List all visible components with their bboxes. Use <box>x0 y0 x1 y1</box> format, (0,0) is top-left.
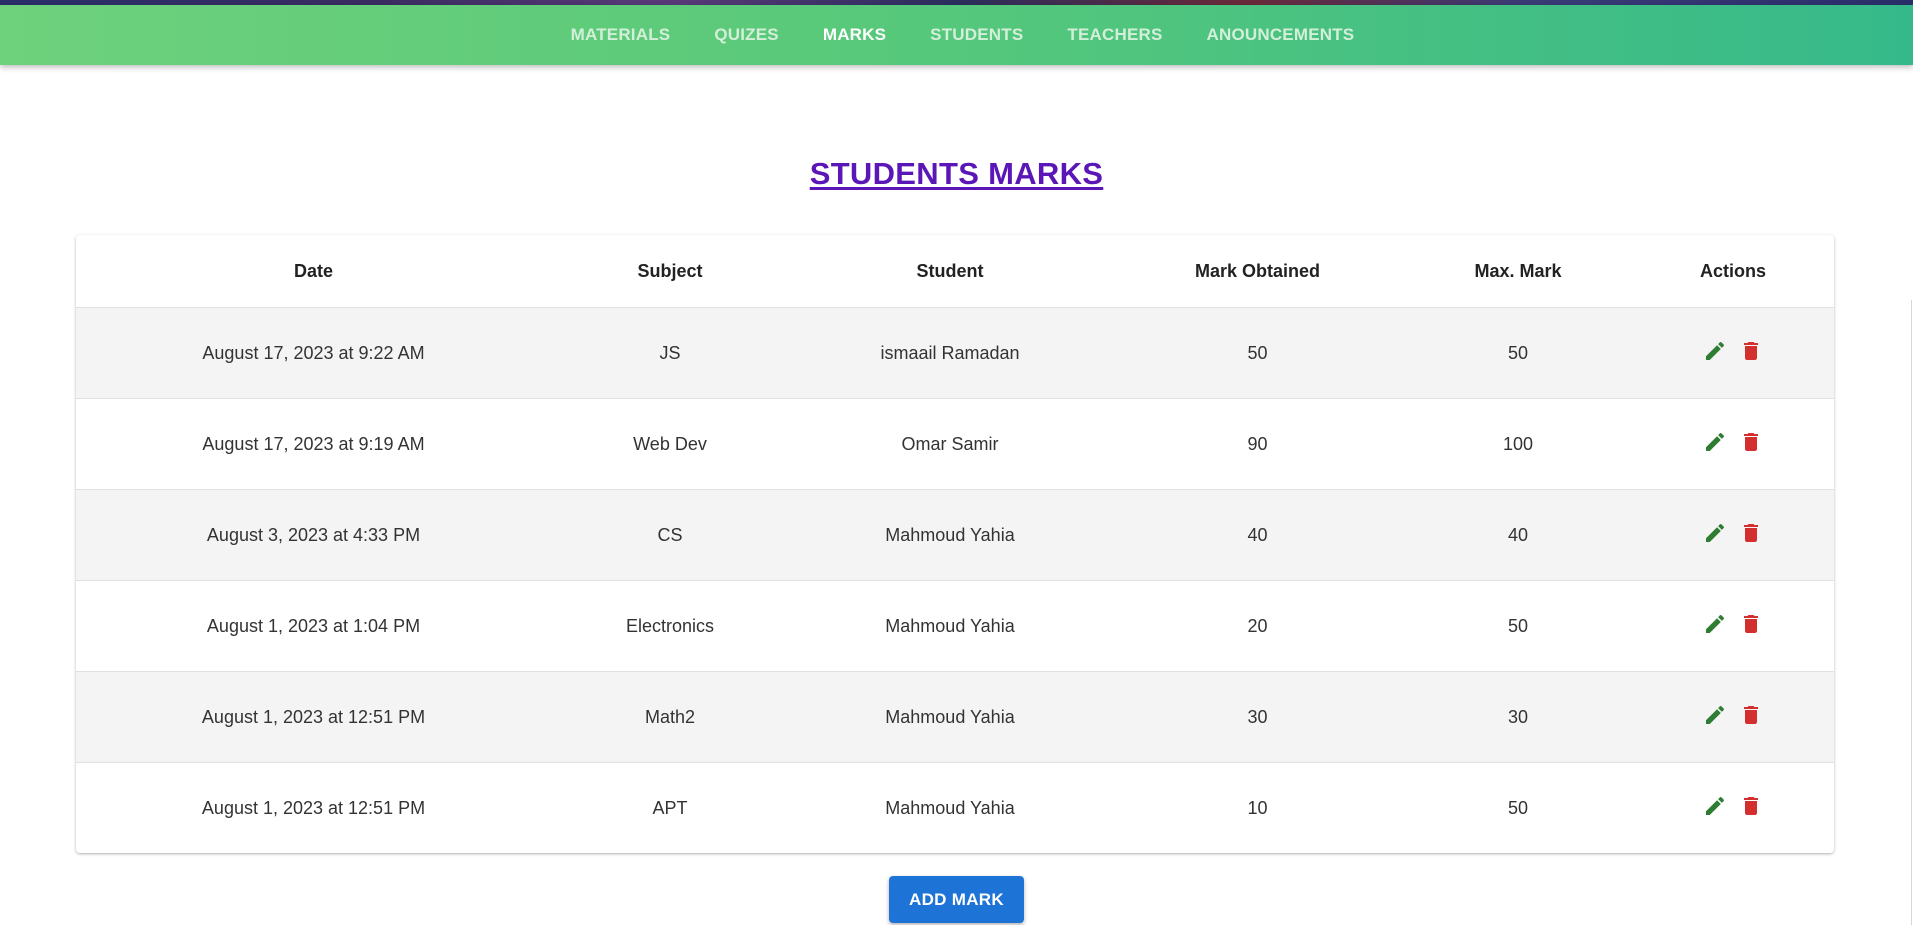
cell-max-mark: 100 <box>1404 398 1632 490</box>
cell-student: ismaail Ramadan <box>789 307 1111 399</box>
cell-actions <box>1632 580 1834 672</box>
nav-item-anouncements[interactable]: ANOUNCEMENTS <box>1185 5 1377 44</box>
nav-item-materials[interactable]: MATERIALS <box>549 5 693 44</box>
cell-actions <box>1632 489 1834 581</box>
column-header-student: Student <box>789 235 1111 308</box>
cell-student: Mahmoud Yahia <box>789 580 1111 672</box>
table-row: August 17, 2023 at 9:22 AM JS ismaail Rama… <box>76 307 1834 399</box>
cell-max-mark: 50 <box>1404 580 1632 672</box>
row-actions <box>1702 338 1764 364</box>
row-actions <box>1702 702 1764 728</box>
add-mark-button[interactable]: ADD MARK <box>889 876 1024 923</box>
column-header-mark-obtained: Mark Obtained <box>1111 235 1404 308</box>
nav-menu: MATERIALS QUIZES MARKS STUDENTS TEACHERS… <box>549 5 1377 44</box>
cell-subject: APT <box>551 762 789 853</box>
cell-student: Mahmoud Yahia <box>789 762 1111 853</box>
cell-subject: Electronics <box>551 580 789 672</box>
pencil-icon[interactable] <box>1702 611 1728 637</box>
cell-date: August 3, 2023 at 4:33 PM <box>76 489 551 581</box>
cell-date: August 17, 2023 at 9:19 AM <box>76 398 551 490</box>
cell-student: Mahmoud Yahia <box>789 489 1111 581</box>
trash-icon[interactable] <box>1738 338 1764 364</box>
add-button-container: ADD MARK <box>0 876 1913 923</box>
row-actions <box>1702 793 1764 819</box>
pencil-icon[interactable] <box>1702 429 1728 455</box>
pencil-icon[interactable] <box>1702 338 1728 364</box>
row-actions <box>1702 520 1764 546</box>
pencil-icon[interactable] <box>1702 520 1728 546</box>
table-row: August 1, 2023 at 1:04 PM Electronics Mahm… <box>76 580 1834 672</box>
row-actions <box>1702 611 1764 637</box>
table-row: August 3, 2023 at 4:33 PM CS Mahmoud Yahia… <box>76 489 1834 581</box>
table-row: August 1, 2023 at 12:51 PM APT Mahmoud Yah… <box>76 762 1834 853</box>
column-header-max-mark: Max. Mark <box>1404 235 1632 308</box>
cell-subject: Web Dev <box>551 398 789 490</box>
cell-mark-obtained: 20 <box>1111 580 1404 672</box>
cell-mark-obtained: 50 <box>1111 307 1404 399</box>
table-row: August 17, 2023 at 9:19 AM Web Dev Omar Sa… <box>76 398 1834 490</box>
cell-actions <box>1632 307 1834 399</box>
cell-mark-obtained: 10 <box>1111 762 1404 853</box>
table-body: August 17, 2023 at 9:22 AM JS ismaail Rama… <box>76 307 1834 853</box>
cell-date: August 1, 2023 at 1:04 PM <box>76 580 551 672</box>
cell-mark-obtained: 90 <box>1111 398 1404 490</box>
marks-table-card: Date Subject Student Mark Obtained Max. … <box>76 235 1834 853</box>
column-header-date: Date <box>76 235 551 308</box>
page-title: STUDENTS MARKS <box>809 156 1104 191</box>
table-header: Date Subject Student Mark Obtained Max. … <box>76 235 1834 308</box>
cell-subject: CS <box>551 489 789 581</box>
nav-item-quizes[interactable]: QUIZES <box>692 5 801 44</box>
nav-item-students[interactable]: STUDENTS <box>908 5 1045 44</box>
cell-mark-obtained: 30 <box>1111 671 1404 763</box>
pencil-icon[interactable] <box>1702 793 1728 819</box>
trash-icon[interactable] <box>1738 429 1764 455</box>
cell-student: Mahmoud Yahia <box>789 671 1111 763</box>
page-scrollbar[interactable] <box>1911 300 1912 925</box>
column-header-subject: Subject <box>551 235 789 308</box>
cell-mark-obtained: 40 <box>1111 489 1404 581</box>
cell-max-mark: 40 <box>1404 489 1632 581</box>
marks-table: Date Subject Student Mark Obtained Max. … <box>76 235 1834 853</box>
column-header-actions: Actions <box>1632 235 1834 308</box>
cell-date: August 1, 2023 at 12:51 PM <box>76 762 551 853</box>
page-title-container: STUDENTS MARKS <box>0 156 1913 192</box>
table-row: August 1, 2023 at 12:51 PM Math2 Mahmoud Y… <box>76 671 1834 763</box>
table-header-row: Date Subject Student Mark Obtained Max. … <box>76 235 1834 308</box>
trash-icon[interactable] <box>1738 611 1764 637</box>
cell-date: August 1, 2023 at 12:51 PM <box>76 671 551 763</box>
row-actions <box>1702 429 1764 455</box>
top-navbar: MATERIALS QUIZES MARKS STUDENTS TEACHERS… <box>0 5 1913 65</box>
cell-student: Omar Samir <box>789 398 1111 490</box>
nav-item-teachers[interactable]: TEACHERS <box>1045 5 1184 44</box>
pencil-icon[interactable] <box>1702 702 1728 728</box>
cell-max-mark: 50 <box>1404 762 1632 853</box>
trash-icon[interactable] <box>1738 793 1764 819</box>
cell-max-mark: 50 <box>1404 307 1632 399</box>
cell-date: August 17, 2023 at 9:22 AM <box>76 307 551 399</box>
trash-icon[interactable] <box>1738 702 1764 728</box>
cell-max-mark: 30 <box>1404 671 1632 763</box>
nav-item-marks[interactable]: MARKS <box>801 5 908 44</box>
cell-actions <box>1632 762 1834 853</box>
trash-icon[interactable] <box>1738 520 1764 546</box>
cell-actions <box>1632 398 1834 490</box>
cell-actions <box>1632 671 1834 763</box>
cell-subject: JS <box>551 307 789 399</box>
cell-subject: Math2 <box>551 671 789 763</box>
